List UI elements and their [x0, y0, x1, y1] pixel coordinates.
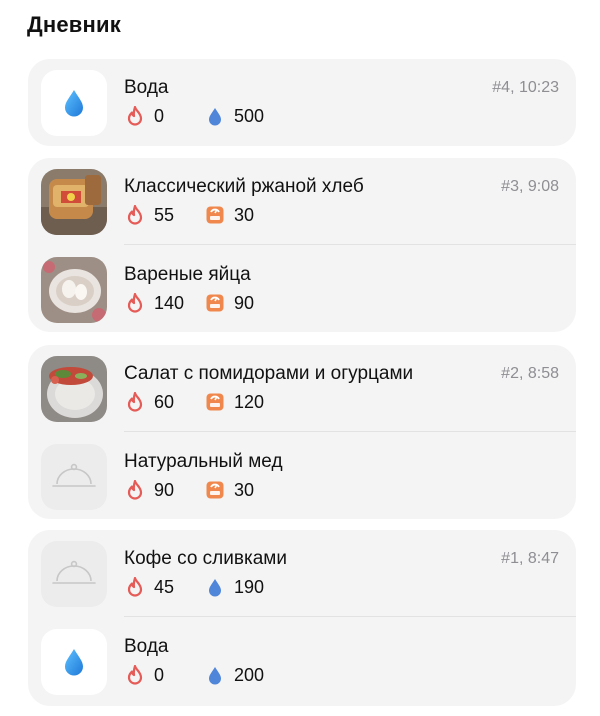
calories-value: 45 — [154, 576, 175, 597]
bread-photo — [41, 169, 107, 235]
weight-value: 30 — [234, 204, 255, 225]
cloche-icon — [41, 444, 107, 510]
calories-value: 0 — [154, 105, 165, 126]
entry-name: Вареные яйца — [124, 264, 251, 285]
water-drop-icon — [204, 576, 226, 598]
entry-name: Натуральный мед — [124, 451, 283, 472]
entry-name: Классический ржаной хлеб — [124, 176, 364, 197]
scale-icon — [204, 391, 226, 413]
water-value: 190 — [234, 576, 265, 597]
meal-group: Вода #4, 10:23 0 500 — [28, 59, 576, 146]
diary-entry[interactable]: Вода 0 200 — [28, 618, 576, 706]
entry-stats: 90 30 — [124, 479, 254, 501]
salad-photo — [41, 356, 107, 422]
flame-icon — [124, 664, 146, 686]
water-drop-icon — [41, 70, 107, 136]
divider — [124, 431, 576, 432]
weight-value: 120 — [234, 391, 265, 412]
entry-stats: 0 500 — [124, 105, 264, 127]
weight-value: 30 — [234, 479, 255, 500]
entry-stats: 55 30 — [124, 204, 254, 226]
entry-stats: 45 190 — [124, 576, 264, 598]
diary-entry[interactable]: Вареные яйца 140 90 — [28, 246, 576, 334]
water-value: 200 — [234, 664, 265, 685]
calories-value: 140 — [154, 292, 185, 313]
scale-icon — [204, 204, 226, 226]
entry-name: Салат с помидорами и огурцами — [124, 363, 414, 384]
meal-meta: #2, 8:58 — [501, 365, 559, 382]
water-drop-icon — [204, 664, 226, 686]
meal-group: Салат с помидорами и огурцами #2, 8:58 6… — [28, 345, 576, 519]
flame-icon — [124, 292, 146, 314]
flame-icon — [124, 479, 146, 501]
entry-name: Кофе со сливками — [124, 548, 287, 569]
diary-page: Дневник Вода #4, 10:23 0 500 Классически… — [0, 0, 600, 716]
eggs-photo — [41, 257, 107, 323]
cloche-icon — [41, 541, 107, 607]
scale-icon — [204, 292, 226, 314]
flame-icon — [124, 576, 146, 598]
entry-name: Вода — [124, 636, 169, 657]
flame-icon — [124, 105, 146, 127]
flame-icon — [124, 391, 146, 413]
diary-entry[interactable]: Классический ржаной хлеб #3, 9:08 55 30 — [28, 158, 576, 246]
weight-value: 90 — [234, 292, 255, 313]
water-drop-icon — [204, 105, 226, 127]
meal-group: Кофе со сливками #1, 8:47 45 190 Вода 0 … — [28, 530, 576, 706]
water-value: 500 — [234, 105, 265, 126]
flame-icon — [124, 204, 146, 226]
diary-entry[interactable]: Вода #4, 10:23 0 500 — [28, 59, 576, 147]
calories-value: 55 — [154, 204, 175, 225]
meal-group: Классический ржаной хлеб #3, 9:08 55 30 — [28, 158, 576, 332]
entry-stats: 60 120 — [124, 391, 264, 413]
calories-value: 0 — [154, 664, 165, 685]
diary-entry[interactable]: Натуральный мед 90 30 — [28, 433, 576, 521]
calories-value: 90 — [154, 479, 175, 500]
meal-meta: #3, 9:08 — [501, 178, 559, 195]
divider — [124, 244, 576, 245]
entry-stats: 140 90 — [124, 292, 254, 314]
page-title: Дневник — [27, 12, 121, 37]
calories-value: 60 — [154, 391, 175, 412]
water-drop-icon — [41, 629, 107, 695]
entry-name: Вода — [124, 77, 169, 98]
diary-entry[interactable]: Салат с помидорами и огурцами #2, 8:58 6… — [28, 345, 576, 433]
entry-stats: 0 200 — [124, 664, 264, 686]
meal-meta: #4, 10:23 — [492, 79, 559, 96]
meal-meta: #1, 8:47 — [501, 550, 559, 567]
scale-icon — [204, 479, 226, 501]
diary-entry[interactable]: Кофе со сливками #1, 8:47 45 190 — [28, 530, 576, 618]
divider — [124, 616, 576, 617]
